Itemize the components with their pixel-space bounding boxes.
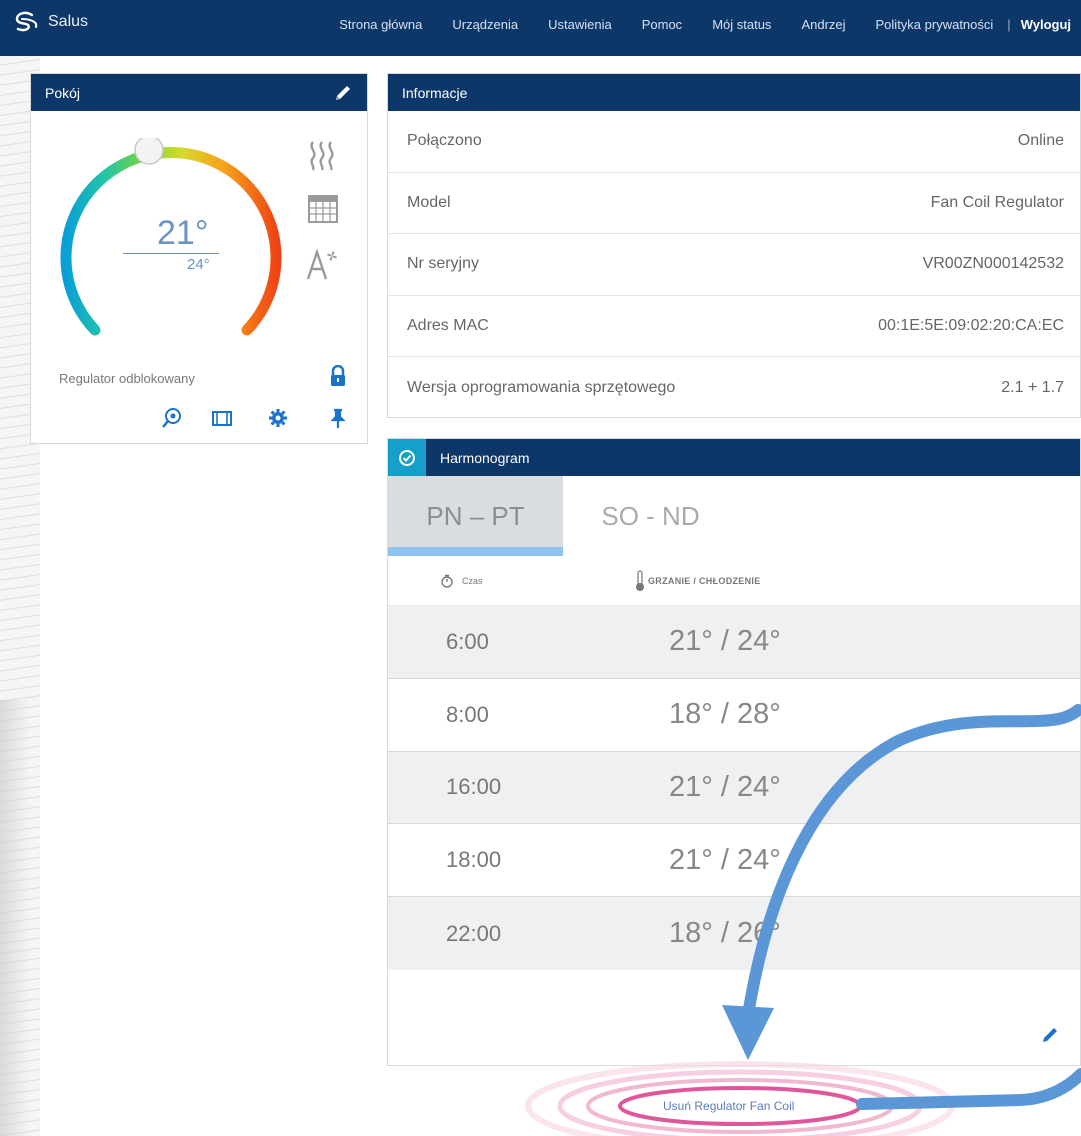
auto-fan-icon[interactable] (305, 246, 341, 282)
info-row-connected: Połączono Online (388, 111, 1080, 173)
lock-icon[interactable] (329, 365, 347, 387)
heating-icon[interactable] (305, 138, 341, 174)
schedule-tabs: PN – PT SO - ND (388, 476, 1080, 556)
temp-column-label: GRZANIE / CHŁODZENIE (648, 575, 761, 586)
app-name: Salus (48, 13, 89, 30)
info-value: Online (1017, 132, 1064, 150)
pencil-icon[interactable] (333, 83, 353, 103)
info-label: Połączono (407, 132, 482, 150)
info-row-serial: Nr seryjny VR00ZN000142532 (388, 234, 1080, 296)
main-nav: Strona główna Urządzenia Ustawienia Pomo… (309, 17, 1071, 32)
dial-handle (134, 138, 164, 165)
time-column-label: Czas (462, 575, 483, 586)
gear-icon[interactable] (267, 407, 289, 429)
schedule-column-headers: Czas GRZANIE / CHŁODZENIE (388, 556, 1080, 606)
schedule-panel-header: Harmonogram (388, 439, 1080, 476)
schedule-time: 18:00 (446, 847, 502, 873)
schedule-temps: 21° / 24° (669, 843, 781, 876)
tab-weekdays[interactable]: PN – PT (388, 476, 563, 556)
tab-weekend[interactable]: SO - ND (563, 476, 738, 556)
set-temperature: 24° (187, 256, 210, 273)
schedule-title: Harmonogram (440, 449, 530, 466)
info-row-model: Model Fan Coil Regulator (388, 173, 1080, 235)
clock-check-icon (388, 439, 426, 476)
schedule-temps: 21° / 24° (669, 770, 781, 803)
schedule-temps: 21° / 24° (669, 625, 781, 658)
info-value: 2.1 + 1.7 (1001, 379, 1064, 397)
nav-devices[interactable]: Urządzenia (452, 17, 518, 32)
info-value: 00:1E:5E:09:02:20:CA:EC (878, 317, 1064, 335)
pin-icon[interactable] (327, 407, 349, 429)
logo[interactable]: Salus (12, 10, 88, 34)
info-label: Nr seryjny (407, 255, 480, 273)
info-value: VR00ZN000142532 (922, 255, 1064, 273)
top-navigation-bar: Salus Strona główna Urządzenia Ustawieni… (0, 0, 1081, 56)
room-title: Pokój (45, 84, 81, 101)
schedule-temps: 18° / 26° (669, 917, 781, 950)
schedule-row[interactable]: 18:00 21° / 24° (388, 824, 1080, 898)
room-panel: Pokój 21° 24° Regulator odblokowany (30, 73, 368, 444)
schedule-time: 6:00 (446, 628, 489, 654)
schedule-time: 16:00 (446, 774, 502, 800)
remove-device-link[interactable]: Usuń Regulator Fan Coil (663, 1099, 794, 1113)
nav-privacy-policy[interactable]: Polityka prywatności (876, 17, 994, 32)
nav-my-status[interactable]: Mój status (712, 17, 771, 32)
display-icon[interactable] (211, 407, 233, 429)
search-icon[interactable] (161, 407, 183, 429)
nav-user[interactable]: Andrzej (801, 17, 845, 32)
schedule-temps: 18° / 28° (669, 698, 781, 731)
info-title: Informacje (402, 84, 468, 101)
current-temperature: 21° (157, 214, 209, 252)
nav-separator: | (1007, 17, 1011, 32)
schedule-time: 8:00 (446, 701, 489, 727)
time-column-header: Czas (388, 574, 635, 588)
info-panel: Informacje Połączono Online Model Fan Co… (387, 73, 1081, 418)
schedule-row[interactable]: 8:00 18° / 28° (388, 679, 1080, 752)
nav-help[interactable]: Pomoc (642, 17, 682, 32)
temp-column-header: GRZANIE / CHŁODZENIE (635, 569, 761, 592)
info-row-firmware: Wersja oprogramowania sprzętowego 2.1 + … (388, 357, 1080, 419)
schedule-row[interactable]: 22:00 18° / 26° (388, 897, 1080, 970)
stopwatch-icon (441, 574, 453, 588)
nav-home[interactable]: Strona główna (339, 17, 422, 32)
thermometer-icon (636, 569, 644, 591)
nav-settings[interactable]: Ustawienia (548, 17, 612, 32)
schedule-panel: Harmonogram PN – PT SO - ND Czas GRZANIE… (387, 438, 1081, 1066)
schedule-time: 22:00 (446, 920, 502, 946)
info-value: Fan Coil Regulator (930, 193, 1064, 211)
room-panel-header: Pokój (31, 74, 367, 111)
salus-logo-icon (15, 11, 38, 32)
background-shadow (0, 700, 30, 1136)
info-panel-header: Informacje (388, 74, 1080, 111)
regulator-status: Regulator odblokowany (59, 371, 195, 386)
edit-schedule-pencil-icon[interactable] (1040, 1025, 1060, 1045)
temperature-divider (123, 253, 219, 254)
schedule-row[interactable]: 16:00 21° / 24° (388, 751, 1080, 825)
info-label: Wersja oprogramowania sprzętowego (407, 379, 676, 397)
logout-link[interactable]: Wyloguj (1021, 17, 1071, 32)
info-label: Model (407, 193, 451, 211)
info-label: Adres MAC (407, 317, 489, 335)
schedule-row[interactable]: 6:00 21° / 24° (388, 606, 1080, 679)
info-row-mac: Adres MAC 00:1E:5E:09:02:20:CA:EC (388, 296, 1080, 358)
calendar-icon[interactable] (305, 190, 341, 226)
